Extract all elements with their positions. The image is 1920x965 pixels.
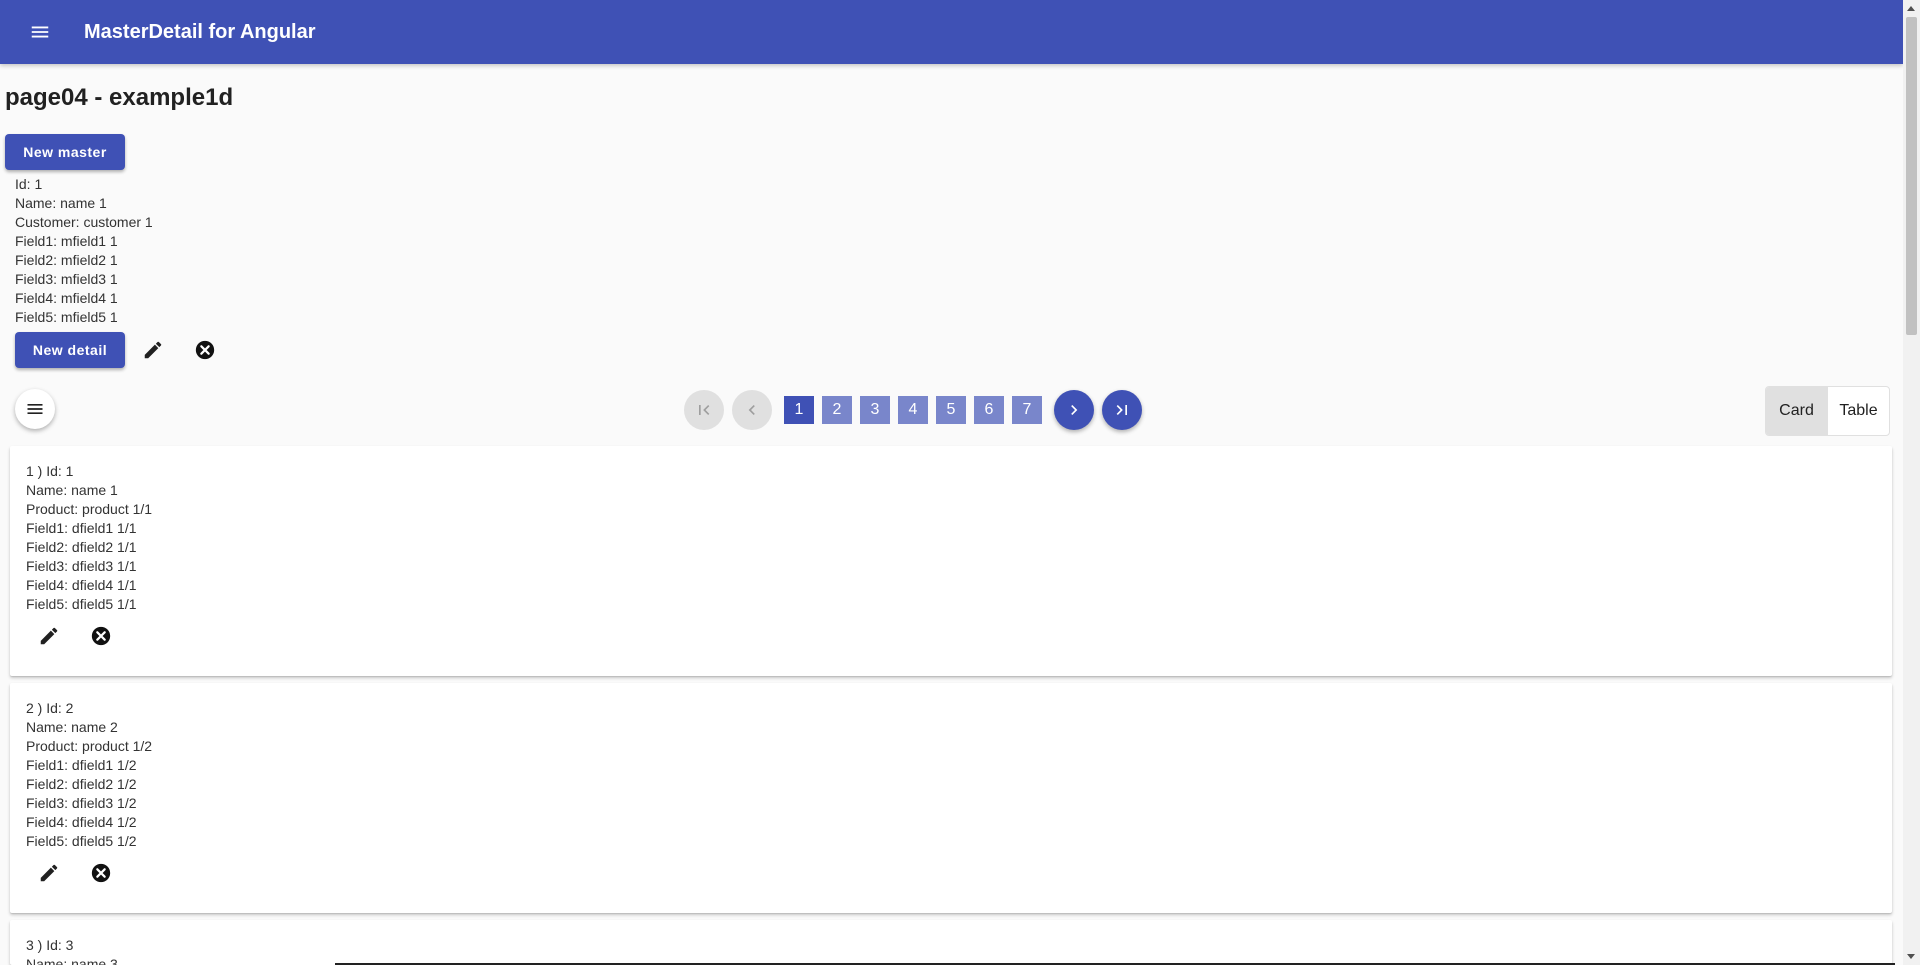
chevron-right-icon [1071, 405, 1078, 415]
page-6-button[interactable]: 6 [974, 396, 1004, 424]
chevron-left-icon [748, 405, 755, 415]
detail-id: 1 ) Id: 1 [26, 463, 74, 479]
detail-card-content: 3 ) Id: 3 Name: name 3 [26, 936, 118, 965]
detail-product: Product: product 1/1 [26, 501, 153, 517]
detail-field1: Field1: dfield1 1/2 [26, 757, 137, 773]
detail-name: Name: name 1 [26, 482, 118, 498]
page-4-button[interactable]: 4 [898, 396, 928, 424]
master-field4: Field4: mfield4 1 [15, 290, 118, 306]
close-circle-icon [91, 863, 111, 883]
detail-field4: Field4: dfield4 1/1 [26, 577, 137, 593]
menu-icon [27, 404, 43, 414]
detail-name: Name: name 3 [26, 956, 118, 965]
page-title: page04 - example1d [5, 84, 234, 111]
detail-card-content: 2 ) Id: 2 Name: name 2 Product: product … [26, 699, 152, 851]
detail-field5: Field5: dfield5 1/1 [26, 596, 137, 612]
last-page-icon [1116, 405, 1127, 415]
page-3-button[interactable]: 3 [860, 396, 890, 424]
pencil-icon [40, 627, 58, 645]
detail-id: 3 ) Id: 3 [26, 937, 74, 953]
detail-field2: Field2: dfield2 1/2 [26, 776, 137, 792]
pencil-icon [144, 341, 162, 359]
detail-id: 2 ) Id: 2 [26, 700, 74, 716]
view-toggle: Card Table [1765, 386, 1890, 436]
scroll-down-arrow-icon[interactable] [1907, 954, 1915, 959]
scroll-thumb[interactable] [1906, 17, 1917, 335]
page-scrollbar[interactable] [1903, 0, 1920, 965]
detail-card: 1 ) Id: 1 Name: name 1 Product: product … [10, 446, 1892, 676]
detail-field5: Field5: dfield5 1/2 [26, 833, 137, 849]
master-field1: Field1: mfield1 1 [15, 233, 118, 249]
app-title: MasterDetail for Angular [84, 20, 316, 43]
detail-field2: Field2: dfield2 1/1 [26, 539, 137, 555]
app-toolbar: MasterDetail for Angular [0, 0, 1903, 64]
detail-card: 2 ) Id: 2 Name: name 2 Product: product … [10, 683, 1892, 913]
edit-detail-button[interactable] [29, 616, 69, 656]
detail-card: 3 ) Id: 3 Name: name 3 [10, 920, 1892, 965]
edit-master-button[interactable] [133, 330, 173, 370]
menu-icon [31, 26, 49, 38]
close-circle-icon [195, 340, 215, 360]
card-view-toggle[interactable]: Card [1766, 387, 1827, 435]
detail-field4: Field4: dfield4 1/2 [26, 814, 137, 830]
master-field2: Field2: mfield2 1 [15, 252, 118, 268]
detail-field1: Field1: dfield1 1/1 [26, 520, 137, 536]
delete-detail-button[interactable] [81, 616, 121, 656]
previous-page-button[interactable] [732, 390, 772, 430]
close-circle-icon [91, 626, 111, 646]
delete-master-button[interactable] [185, 330, 225, 370]
menu-button[interactable] [20, 12, 60, 52]
delete-detail-button[interactable] [81, 853, 121, 893]
detail-name: Name: name 2 [26, 719, 118, 735]
master-customer: Customer: customer 1 [15, 214, 153, 230]
scroll-up-arrow-icon[interactable] [1907, 6, 1915, 11]
first-page-icon [699, 405, 710, 415]
first-page-button[interactable] [684, 390, 724, 430]
last-page-button[interactable] [1102, 390, 1142, 430]
master-field5: Field5: mfield5 1 [15, 309, 118, 325]
master-info: Id: 1 Name: name 1 Customer: customer 1 … [15, 175, 153, 327]
pencil-icon [40, 864, 58, 882]
detail-product: Product: product 1/2 [26, 738, 153, 754]
new-master-button[interactable]: New master [5, 134, 125, 170]
table-view-toggle[interactable]: Table [1827, 387, 1889, 435]
master-id: Id: 1 [15, 176, 43, 192]
edit-detail-button[interactable] [29, 853, 69, 893]
page-7-button[interactable]: 7 [1012, 396, 1042, 424]
detail-menu-button[interactable] [15, 389, 55, 429]
master-field3: Field3: mfield3 1 [15, 271, 118, 287]
detail-field3: Field3: dfield3 1/2 [26, 795, 137, 811]
detail-card-content: 1 ) Id: 1 Name: name 1 Product: product … [26, 462, 152, 614]
page-1-button[interactable]: 1 [784, 396, 814, 424]
master-name: Name: name 1 [15, 195, 107, 211]
page-2-button[interactable]: 2 [822, 396, 852, 424]
page-5-button[interactable]: 5 [936, 396, 966, 424]
next-page-button[interactable] [1054, 390, 1094, 430]
detail-field3: Field3: dfield3 1/1 [26, 558, 137, 574]
new-detail-button[interactable]: New detail [15, 332, 125, 368]
